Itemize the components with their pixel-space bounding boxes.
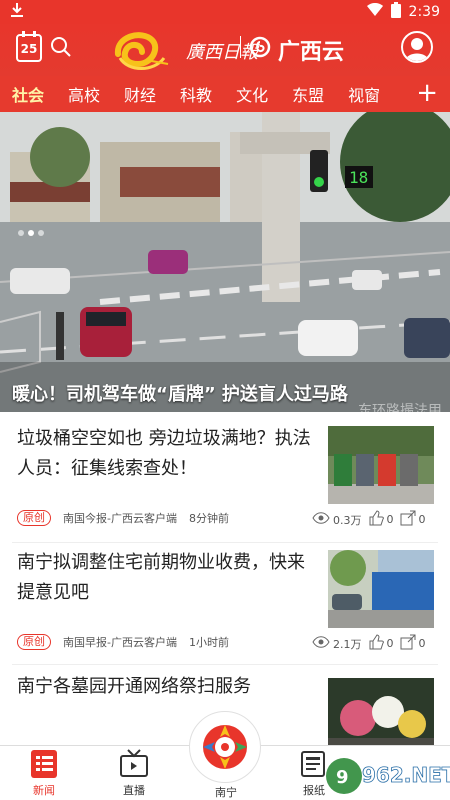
nanning-logo-icon	[203, 725, 247, 769]
cloud-logo-icon	[249, 36, 271, 58]
original-badge: 原创	[17, 634, 51, 650]
share-button[interactable]: 0	[400, 510, 426, 529]
brand-divider	[240, 36, 241, 58]
carousel-dot	[28, 230, 34, 236]
tab-window[interactable]: 视窗	[348, 82, 380, 106]
news-time: 8分钟前	[188, 512, 229, 525]
tab-society[interactable]: 社会	[12, 82, 44, 106]
like-button[interactable]: 0	[368, 510, 394, 529]
eye-icon	[312, 512, 330, 527]
brand-name-primary: 廣西日報	[186, 42, 258, 63]
nav-live-label: 直播	[123, 784, 145, 797]
news-thumbnail[interactable]	[328, 550, 434, 628]
download-icon	[10, 2, 24, 22]
add-tab-icon[interactable]: +	[416, 80, 438, 106]
news-thumbnail[interactable]	[328, 426, 434, 504]
carousel-dots	[18, 230, 44, 236]
hero-banner[interactable]: 18 暖心！司机驾车做“盾牌” 护送盲人过马路 东环路撮法甲	[0, 112, 450, 412]
share-icon	[400, 634, 416, 653]
news-source: 南国今报-广西云客户端	[63, 512, 177, 525]
calendar-icon[interactable]: 25	[16, 31, 42, 62]
divider	[12, 664, 438, 665]
tv-icon	[118, 748, 150, 780]
svg-text:9: 9	[336, 767, 349, 788]
carousel-dot	[18, 230, 24, 236]
hero-overlay-text: 东环路撮法甲	[358, 403, 442, 412]
views-stat: 0.3万	[312, 512, 362, 528]
news-stats: 0.3万 0 0	[312, 510, 432, 529]
watermark-text: 962.NET	[362, 763, 450, 787]
news-title[interactable]: 垃圾桶空空如也 旁边垃圾满地？执法人员：征集线索查处！	[17, 424, 317, 484]
nav-nanning-button[interactable]	[189, 711, 261, 783]
wifi-icon	[366, 2, 383, 21]
app-header: 25 廣西日報 广西云	[0, 24, 450, 76]
brand-logo-icon	[108, 28, 172, 74]
site-watermark: 9 962.NET 乐游网	[322, 752, 450, 800]
hero-image: 18	[0, 112, 450, 412]
search-icon[interactable]	[50, 36, 72, 58]
views-stat: 2.1万	[312, 636, 362, 652]
news-item[interactable]: 垃圾桶空空如也 旁边垃圾满地？执法人员：征集线索查处！ 原创 南国今报-广西云客…	[0, 414, 450, 542]
thumbs-up-icon	[368, 634, 384, 653]
nav-nanning-label: 南宁	[215, 786, 237, 799]
signal-countdown: 18	[349, 168, 368, 187]
nav-live[interactable]: 直播	[104, 748, 164, 798]
news-title[interactable]: 南宁各墓园开通网络祭扫服务	[17, 672, 317, 702]
user-avatar-icon[interactable]	[401, 31, 433, 63]
share-button[interactable]: 0	[400, 634, 426, 653]
watermark-subtext: 乐游网	[376, 787, 409, 800]
tab-culture[interactable]: 文化	[236, 82, 268, 106]
news-item[interactable]: 南宁拟调整住宅前期物业收费，快来提意见吧 原创 南国早报-广西云客户端 1小时前…	[0, 538, 450, 666]
tab-colleges[interactable]: 高校	[68, 82, 100, 106]
eye-icon	[312, 636, 330, 651]
nav-news-label: 新闻	[33, 784, 55, 797]
news-meta: 原创 南国早报-广西云客户端 1小时前	[17, 634, 229, 650]
news-meta: 原创 南国今报-广西云客户端 8分钟前	[17, 510, 229, 526]
battery-icon	[390, 2, 401, 22]
status-bar: 2:39	[0, 0, 450, 24]
news-time: 1小时前	[188, 636, 229, 649]
news-title[interactable]: 南宁拟调整住宅前期物业收费，快来提意见吧	[17, 548, 317, 608]
brand-name-secondary: 广西云	[278, 40, 345, 65]
tab-science-education[interactable]: 科教	[180, 82, 212, 106]
tab-asean[interactable]: 东盟	[292, 82, 324, 106]
share-icon	[400, 510, 416, 529]
nav-news[interactable]: 新闻	[14, 748, 74, 798]
carousel-dot	[38, 230, 44, 236]
thumbs-up-icon	[368, 510, 384, 529]
news-list-icon	[28, 748, 60, 780]
category-tabs: 社会 高校 财经 科教 文化 东盟 视窗 +	[0, 76, 450, 112]
status-time: 2:39	[408, 4, 440, 20]
original-badge: 原创	[17, 510, 51, 526]
hero-caption: 暖心！司机驾车做“盾牌” 护送盲人过马路	[12, 384, 348, 405]
like-button[interactable]: 0	[368, 634, 394, 653]
tab-finance[interactable]: 财经	[124, 82, 156, 106]
news-source: 南国早报-广西云客户端	[63, 636, 177, 649]
news-stats: 2.1万 0 0	[312, 634, 432, 653]
